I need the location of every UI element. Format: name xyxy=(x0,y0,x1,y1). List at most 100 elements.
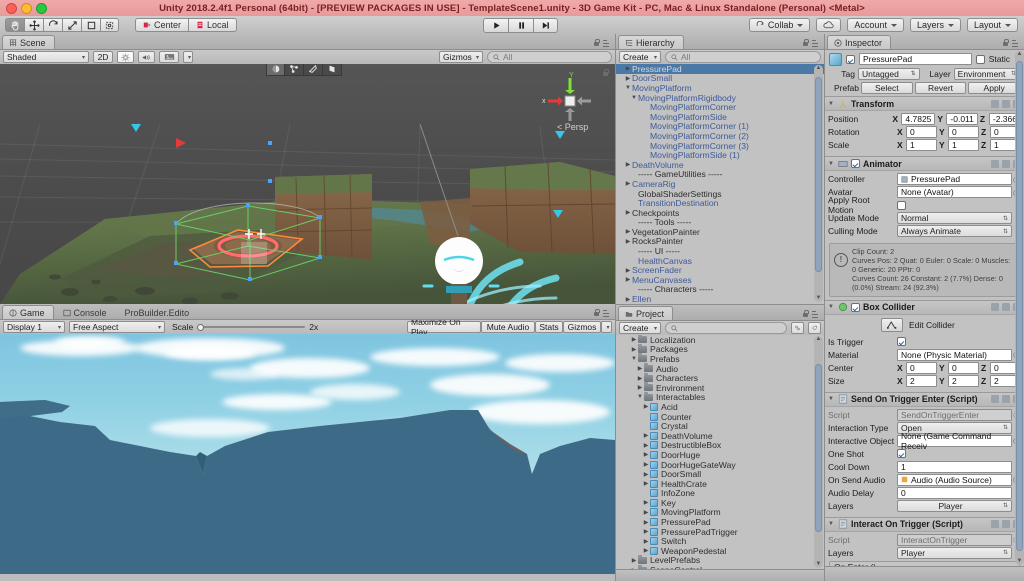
scroll-up-arrow-icon[interactable]: ▲ xyxy=(815,65,822,72)
hierarchy-row[interactable]: ▶ Checkpoints xyxy=(616,208,824,218)
panel-menu-icon[interactable] xyxy=(812,310,821,318)
hierarchy-row[interactable]: ▶ Ellen xyxy=(616,294,824,304)
foldout-closed-icon[interactable]: ▶ xyxy=(630,336,638,343)
project-row[interactable]: Crystal xyxy=(616,421,824,431)
object-name-field[interactable]: PressurePad xyxy=(859,53,972,65)
panel-menu-icon[interactable] xyxy=(603,39,612,47)
culling-mode-dropdown[interactable]: Always Animate ⇅ xyxy=(897,225,1012,237)
inspector-scroll-thumb[interactable] xyxy=(1016,61,1023,551)
lock-icon[interactable] xyxy=(593,39,600,47)
presets-toggle-icon[interactable] xyxy=(1002,159,1010,168)
project-row[interactable]: InfoZone xyxy=(616,488,824,498)
hierarchy-row[interactable]: MovingPlatformCorner xyxy=(616,102,824,112)
foldout-closed-icon[interactable]: ▶ xyxy=(624,209,632,216)
project-row[interactable]: ▶ DoorHuge xyxy=(616,450,824,460)
hierarchy-row[interactable]: GlobalShaderSettings xyxy=(616,189,824,199)
cloud-button[interactable] xyxy=(816,18,842,32)
position-axes[interactable]: X 4.7825 Y -0.011 Z -2.366 xyxy=(892,113,1021,125)
hierarchy-row[interactable]: MovingPlatformCorner (1) xyxy=(616,121,824,131)
project-row[interactable]: ▶ PressurePadTrigger xyxy=(616,527,824,537)
foldout-closed-icon[interactable]: ▶ xyxy=(624,228,632,235)
project-scroll-thumb[interactable] xyxy=(815,364,822,532)
scene-lighting-toggle[interactable] xyxy=(117,51,134,63)
hand-tool-icon[interactable] xyxy=(5,18,24,32)
project-row[interactable]: ▶ Acid xyxy=(616,402,824,412)
sot-layers-dropdown[interactable]: Player ⇅ xyxy=(897,499,1012,512)
move-tool-icon[interactable] xyxy=(24,18,43,32)
hierarchy-row[interactable]: HealthCanvas xyxy=(616,256,824,266)
scale-slider-thumb[interactable] xyxy=(197,323,205,331)
rotate-tool-icon[interactable] xyxy=(43,18,62,32)
audio-delay-field[interactable]: 0 xyxy=(897,486,1012,499)
apply-root-motion-checkbox[interactable] xyxy=(897,200,906,210)
project-row[interactable]: ▶ DoorSmall xyxy=(616,469,824,479)
box-collider-component-header[interactable]: ▼ Box Collider xyxy=(825,299,1024,315)
tag-dropdown[interactable]: Untagged ⇅ xyxy=(858,67,920,80)
preset-icon[interactable] xyxy=(991,395,999,404)
foldout-arrow-icon[interactable]: ▼ xyxy=(828,521,835,527)
foldout-open-icon[interactable]: ▼ xyxy=(630,95,638,101)
preset-icon[interactable] xyxy=(991,520,999,529)
center-x-field[interactable]: 0 xyxy=(906,361,937,374)
hierarchy-row[interactable]: MovingPlatformCorner (2) xyxy=(616,131,824,141)
project-row[interactable]: ▶ WeaponPedestal xyxy=(616,546,824,556)
hierarchy-row[interactable]: ----- Tools ----- xyxy=(616,217,824,227)
hierarchy-search-input[interactable]: All xyxy=(665,51,821,63)
object-enabled-checkbox[interactable] xyxy=(846,54,855,64)
scene-viewport[interactable]: Y x < Persp xyxy=(0,64,615,304)
foldout-closed-icon[interactable]: ▶ xyxy=(642,451,650,458)
project-create-button[interactable]: Create ▾ xyxy=(619,322,661,334)
pivot-mode-button[interactable]: Center xyxy=(135,18,189,32)
animator-component-header[interactable]: ▼ Animator xyxy=(825,156,1024,171)
game-panel-icons[interactable] xyxy=(593,309,612,317)
project-row[interactable]: ▶ DeathVolume xyxy=(616,431,824,441)
foldout-arrow-icon[interactable]: ▼ xyxy=(828,304,835,310)
panel-menu-icon[interactable] xyxy=(812,39,821,47)
hierarchy-row[interactable]: ▶ DoorSmall xyxy=(616,73,824,83)
scene-view-gizmo[interactable]: Y x < Persp xyxy=(535,68,605,138)
object-name-row[interactable]: PressurePad Static ▾ xyxy=(829,52,1020,66)
foldout-open-icon[interactable]: ▼ xyxy=(624,85,632,91)
display-dropdown[interactable]: Display 1 ▾ xyxy=(3,321,65,333)
add-component-area[interactable] xyxy=(825,566,1024,581)
layers-button[interactable]: Layers xyxy=(909,18,961,32)
scroll-down-arrow-icon[interactable]: ▼ xyxy=(1016,558,1023,565)
game-viewport[interactable] xyxy=(0,334,615,574)
rotation-axes[interactable]: X0 Y0 Z0 xyxy=(897,126,1021,138)
tab-project[interactable]: Project xyxy=(618,306,674,320)
prefab-revert-button[interactable]: Revert xyxy=(914,81,967,94)
foldout-closed-icon[interactable]: ▶ xyxy=(642,528,650,535)
project-row[interactable]: Counter xyxy=(616,412,824,422)
layout-button[interactable]: Layout xyxy=(966,18,1018,32)
inspector-scrollbar[interactable]: ▲ ▼ xyxy=(1015,51,1024,565)
game-gizmos-button[interactable]: Gizmos xyxy=(563,321,601,333)
scroll-down-arrow-icon[interactable]: ▼ xyxy=(815,561,822,568)
project-row[interactable]: ▶ Audio xyxy=(616,363,824,374)
tab-hierarchy[interactable]: Hierarchy xyxy=(618,35,684,49)
send-on-trigger-component-header[interactable]: ▼ Send On Trigger Enter (Script) xyxy=(825,391,1024,407)
project-row[interactable]: ▶ DoorHugeGateWay xyxy=(616,460,824,470)
foldout-closed-icon[interactable]: ▶ xyxy=(642,461,650,468)
rotation-x-field[interactable]: 0 xyxy=(906,126,937,138)
hierarchy-row[interactable]: ----- Characters ----- xyxy=(616,284,824,294)
preset-icon[interactable] xyxy=(991,99,999,108)
foldout-closed-icon[interactable]: ▶ xyxy=(624,238,632,245)
panel-menu-icon[interactable] xyxy=(603,309,612,317)
hierarchy-row[interactable]: ▼ MovingPlatform xyxy=(616,83,824,93)
shaded-toggle-icon[interactable] xyxy=(266,64,285,76)
cool-down-field[interactable]: 1 xyxy=(897,460,1012,473)
project-tree[interactable]: ▶ Localization ▶ Packages ▼ Prefabs ▶ Audio ▶ Cha… xyxy=(616,335,824,570)
animator-avatar-field[interactable]: None (Avatar) xyxy=(897,186,1012,198)
presets-toggle-icon[interactable] xyxy=(1002,99,1010,108)
project-search-input[interactable] xyxy=(665,322,787,334)
lock-icon[interactable] xyxy=(1002,39,1009,47)
hierarchy-row[interactable]: MovingPlatformSide (1) xyxy=(616,150,824,160)
scene-audio-toggle[interactable] xyxy=(138,51,155,63)
size-axes[interactable]: X2 Y2 Z2 xyxy=(897,374,1021,387)
box-collider-enabled-checkbox[interactable] xyxy=(851,302,860,312)
scene-fx-toggle[interactable] xyxy=(159,51,179,63)
hierarchy-row[interactable]: ----- UI ----- xyxy=(616,246,824,256)
hierarchy-row[interactable]: ▼ MovingPlatformRigidbody xyxy=(616,93,824,103)
scene-search-input[interactable]: All xyxy=(487,51,612,63)
foldout-closed-icon[interactable]: ▶ xyxy=(624,180,632,187)
